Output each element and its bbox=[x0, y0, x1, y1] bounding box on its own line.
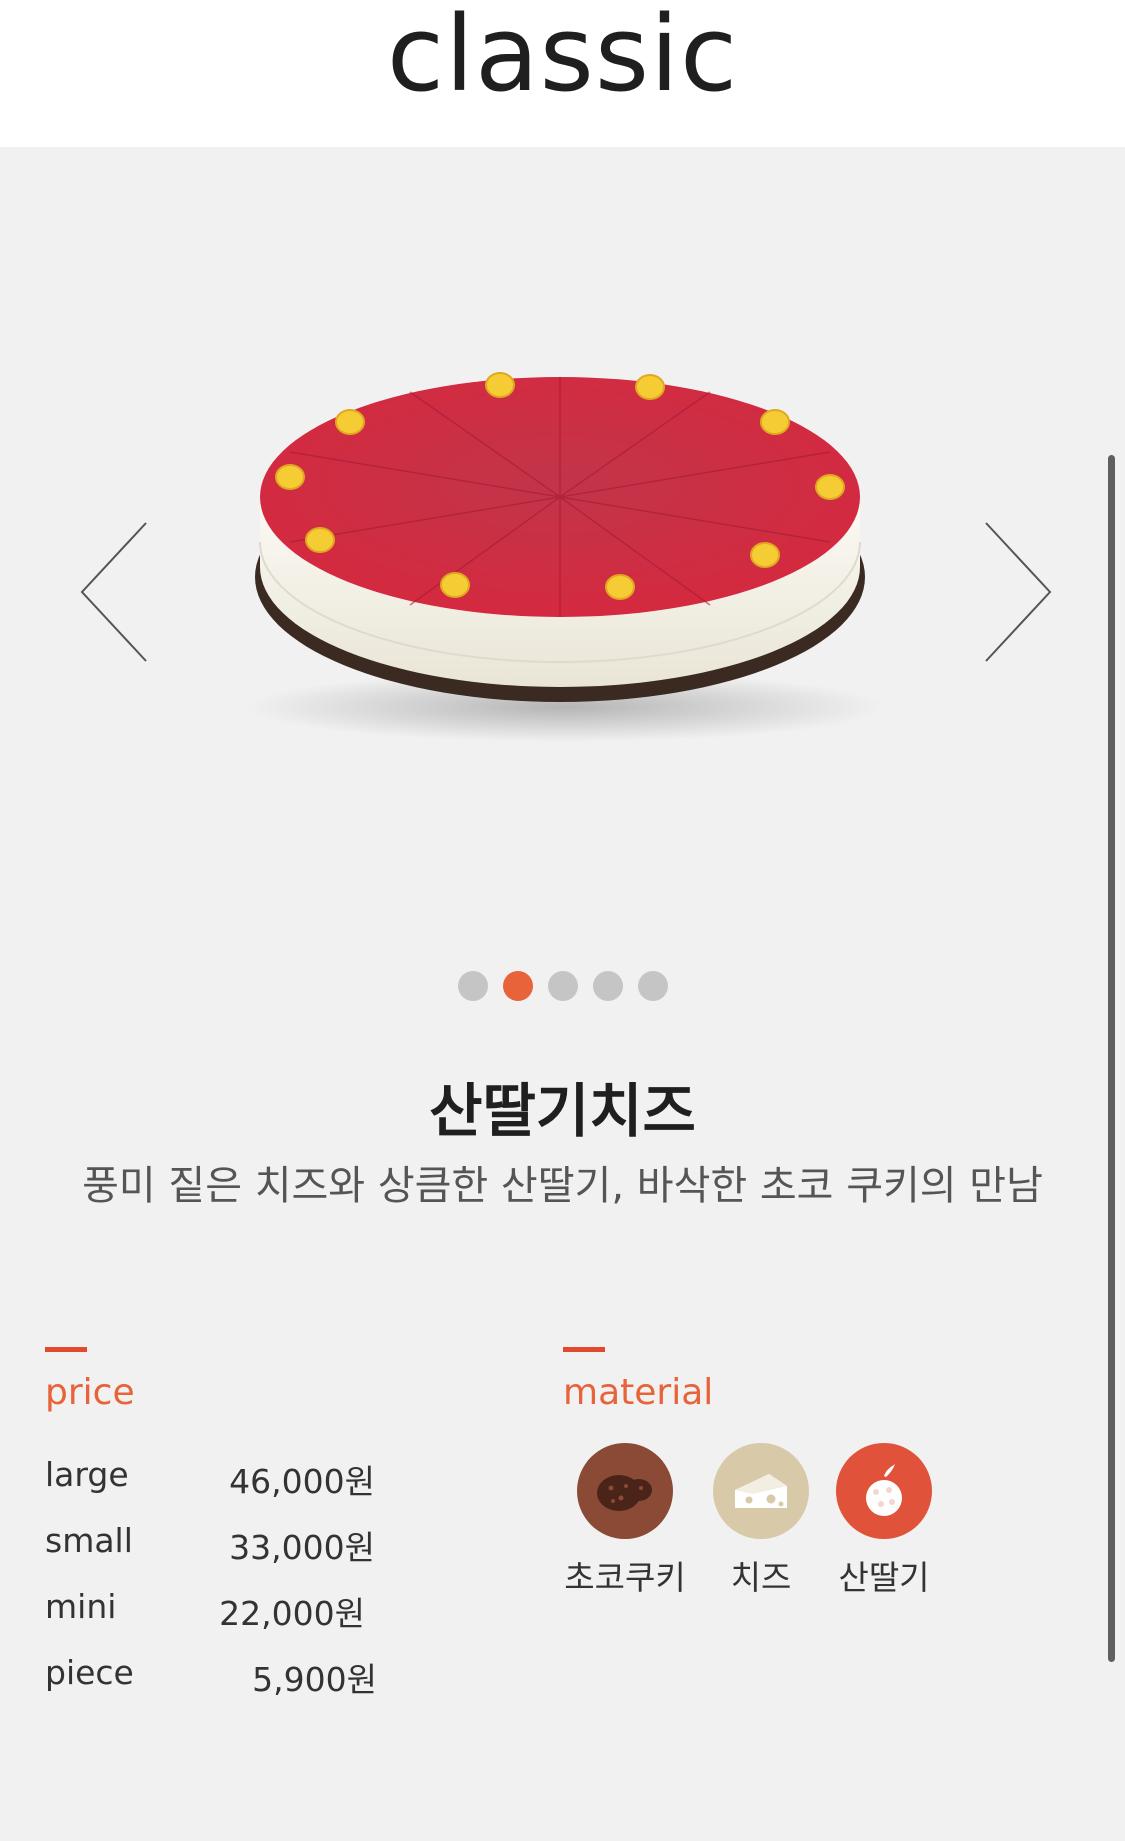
price-row-small: small 33,000원 bbox=[45, 1521, 375, 1569]
carousel-dot-2[interactable] bbox=[502, 971, 533, 1001]
price-amount: 46,000원 bbox=[229, 1462, 375, 1501]
price-amount: 33,000원 bbox=[229, 1528, 375, 1567]
material-item-chococookie: 초코쿠키 bbox=[560, 1443, 690, 1599]
material-item-cheese: 치즈 bbox=[696, 1443, 826, 1599]
carousel-dot-5[interactable] bbox=[637, 971, 668, 1001]
price-title: price bbox=[45, 1372, 135, 1413]
product-carousel bbox=[0, 147, 1100, 967]
scrollbar[interactable] bbox=[1108, 455, 1115, 1662]
price-row-large: large 46,000원 bbox=[45, 1455, 375, 1503]
header: classic bbox=[0, 0, 1125, 147]
material-label: 산딸기 bbox=[838, 1558, 930, 1597]
material-label: 치즈 bbox=[730, 1558, 792, 1597]
cheese-icon bbox=[713, 1443, 809, 1539]
price-size: large bbox=[45, 1455, 129, 1494]
cake-image bbox=[230, 347, 900, 747]
carousel-dot-4[interactable] bbox=[592, 971, 623, 1001]
page-title: classic bbox=[386, 0, 739, 115]
price-accent-bar bbox=[45, 1347, 87, 1352]
prev-arrow-icon[interactable] bbox=[76, 517, 156, 667]
carousel-dot-3[interactable] bbox=[547, 971, 578, 1001]
material-label: 초코쿠키 bbox=[564, 1558, 686, 1597]
price-size: small bbox=[45, 1521, 133, 1560]
carousel-dot-1[interactable] bbox=[457, 971, 488, 1001]
price-amount: 5,900원 bbox=[252, 1660, 377, 1699]
price-row-piece: piece 5,900원 bbox=[45, 1653, 377, 1701]
raspberry-icon bbox=[836, 1443, 932, 1539]
price-row-mini: mini 22,000원 bbox=[45, 1587, 365, 1635]
material-title: material bbox=[563, 1372, 714, 1413]
price-amount: 22,000원 bbox=[219, 1594, 365, 1633]
carousel-dots bbox=[0, 971, 1125, 1001]
next-arrow-icon[interactable] bbox=[976, 517, 1056, 667]
product-description: 풍미 짙은 치즈와 상큼한 산딸기, 바삭한 초코 쿠키의 만남 bbox=[82, 1163, 1043, 1209]
cookie-icon bbox=[577, 1443, 673, 1539]
product-name: 산딸기치즈 bbox=[429, 1077, 696, 1145]
price-size: piece bbox=[45, 1653, 134, 1692]
price-size: mini bbox=[45, 1587, 117, 1626]
material-accent-bar bbox=[563, 1347, 605, 1352]
material-item-raspberry: 산딸기 bbox=[819, 1443, 949, 1599]
